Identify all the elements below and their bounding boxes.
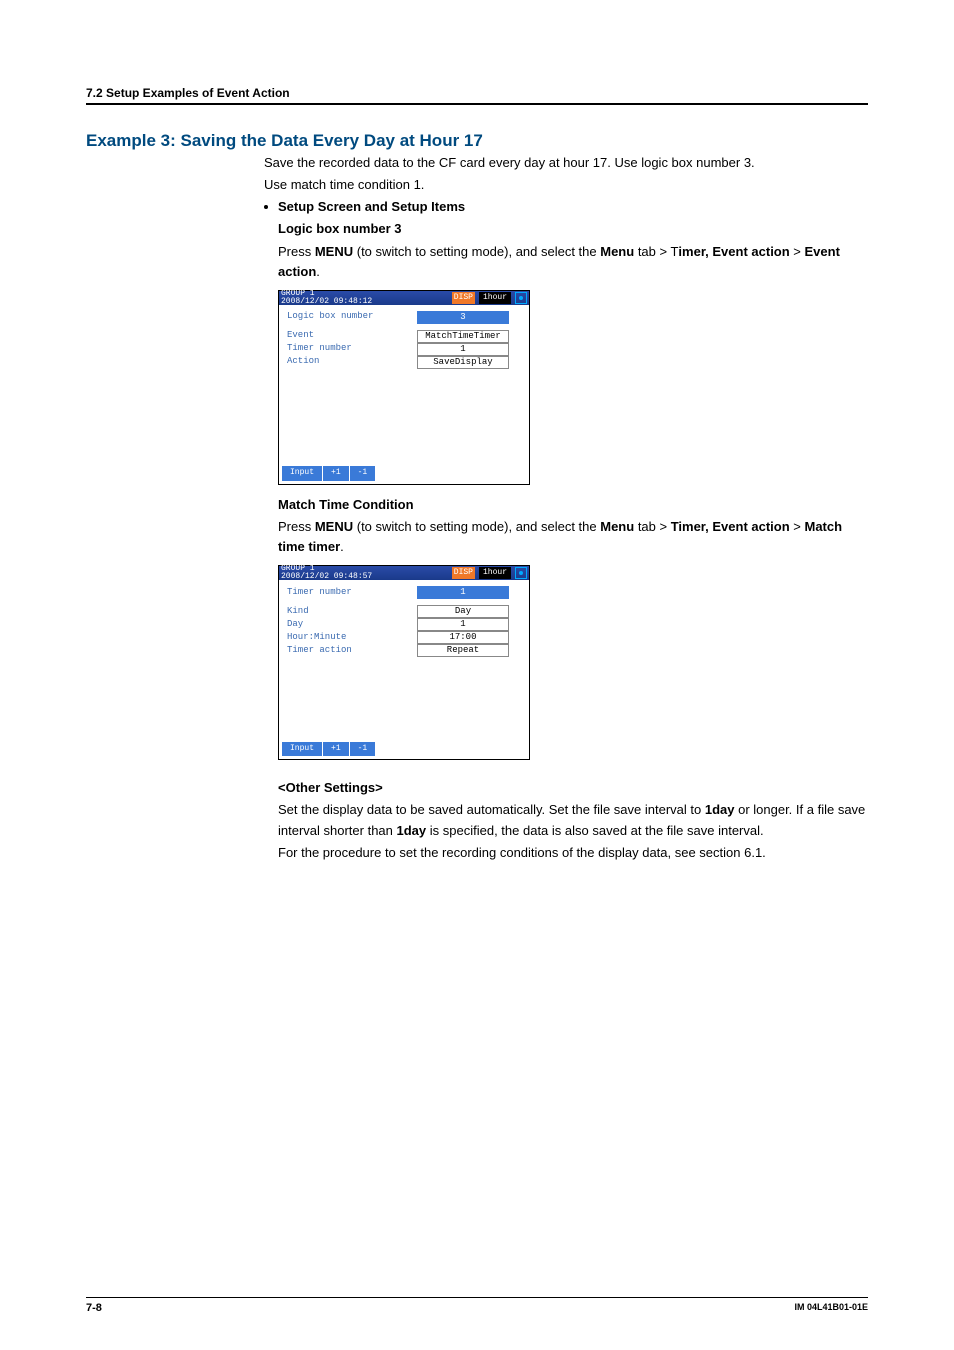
section-header: 7.2 Setup Examples of Event Action <box>86 86 868 105</box>
record-icon <box>515 567 527 579</box>
field-label: Kind <box>287 605 417 619</box>
doc-id: IM 04L41B01-01E <box>794 1302 868 1314</box>
match-heading: Match Time Condition <box>278 495 868 515</box>
setup-heading: Setup Screen and Setup Items <box>264 197 868 217</box>
other-p2: For the procedure to set the recording c… <box>278 843 868 863</box>
plus-one-button[interactable]: +1 <box>323 466 349 480</box>
ss-titlebar: GROUP 12008/12/02 09:48:12 DISP 1hour <box>279 291 529 305</box>
body-column: Save the recorded data to the CF card ev… <box>264 153 868 863</box>
other-heading: <Other Settings> <box>278 778 868 798</box>
field-value[interactable]: 1 <box>417 618 509 631</box>
field-label: Logic box number <box>287 310 417 324</box>
screenshot-match-timer: GROUP 12008/12/02 09:48:57 DISP 1hour Ti… <box>278 565 530 760</box>
field-value[interactable]: SaveDisplay <box>417 356 509 369</box>
field-label: Timer number <box>287 586 417 600</box>
example-title: Example 3: Saving the Data Every Day at … <box>86 131 868 151</box>
logic-instruction: Press MENU (to switch to setting mode), … <box>278 242 868 282</box>
screenshot-event-action: GROUP 12008/12/02 09:48:12 DISP 1hour Lo… <box>278 290 530 485</box>
bullet-icon <box>264 205 268 209</box>
plus-one-button[interactable]: +1 <box>323 742 349 756</box>
logic-block: Logic box number 3 Press MENU (to switch… <box>278 219 868 862</box>
logic-heading: Logic box number 3 <box>278 219 868 239</box>
intro-line-2: Use match time condition 1. <box>264 175 868 195</box>
input-button[interactable]: Input <box>282 466 322 480</box>
field-label: Timer action <box>287 644 417 658</box>
field-value[interactable]: 1 <box>417 343 509 356</box>
field-label: Day <box>287 618 417 632</box>
field-value[interactable]: 3 <box>417 311 509 324</box>
rate-badge: 1hour <box>479 292 511 304</box>
disp-badge: DISP <box>452 567 475 579</box>
page-number: 7-8 <box>86 1302 102 1314</box>
field-label: Timer number <box>287 342 417 356</box>
ss-titlebar: GROUP 12008/12/02 09:48:57 DISP 1hour <box>279 566 529 580</box>
field-label: Hour:Minute <box>287 631 417 645</box>
field-value[interactable]: MatchTimeTimer <box>417 330 509 343</box>
intro-line-1: Save the recorded data to the CF card ev… <box>264 153 868 173</box>
field-value[interactable]: 1 <box>417 586 509 599</box>
rate-badge: 1hour <box>479 567 511 579</box>
field-value[interactable]: Repeat <box>417 644 509 657</box>
field-label: Event <box>287 329 417 343</box>
disp-badge: DISP <box>452 292 475 304</box>
ss-footer: Input +1 -1 <box>282 466 375 480</box>
ss-footer: Input +1 -1 <box>282 742 375 756</box>
page-footer: 7-8 IM 04L41B01-01E <box>86 1297 868 1314</box>
minus-one-button[interactable]: -1 <box>350 466 376 480</box>
match-instruction: Press MENU (to switch to setting mode), … <box>278 517 868 557</box>
input-button[interactable]: Input <box>282 742 322 756</box>
page: 7.2 Setup Examples of Event Action Examp… <box>0 0 954 1350</box>
field-value[interactable]: Day <box>417 605 509 618</box>
other-p1: Set the display data to be saved automat… <box>278 800 868 840</box>
record-icon <box>515 292 527 304</box>
field-value[interactable]: 17:00 <box>417 631 509 644</box>
minus-one-button[interactable]: -1 <box>350 742 376 756</box>
field-label: Action <box>287 355 417 369</box>
